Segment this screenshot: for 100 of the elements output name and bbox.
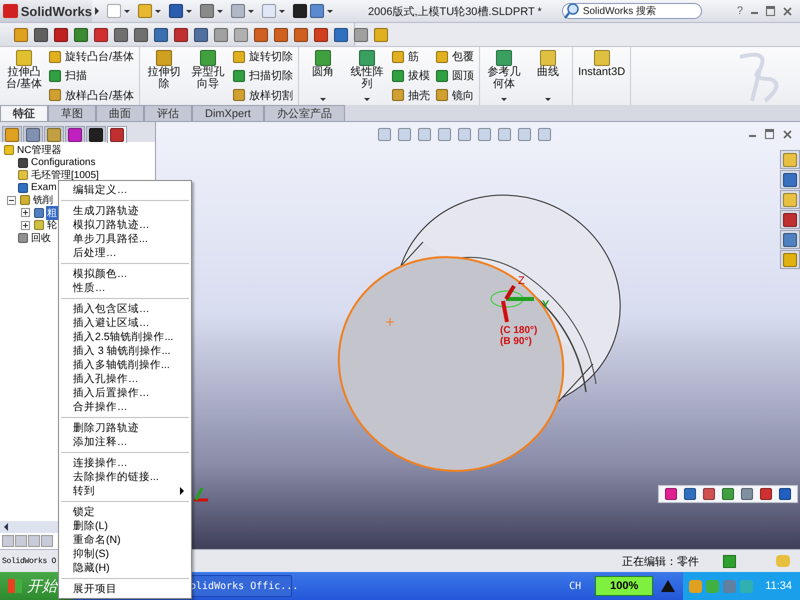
tree-item[interactable]: 粗: [46, 206, 58, 220]
expand-toggle-icon[interactable]: [7, 196, 16, 205]
command-button[interactable]: 拔模: [390, 68, 432, 84]
command-button[interactable]: 镜向: [434, 88, 476, 103]
command-button[interactable]: 拉伸凸台/基体: [3, 47, 45, 105]
menu-item[interactable]: 删除刀路轨迹: [59, 421, 191, 435]
command-button[interactable]: 抽壳: [390, 88, 432, 103]
caret-icon[interactable]: [124, 10, 130, 12]
menu-item[interactable]: 重命名(N): [59, 533, 191, 547]
toolbar-icon[interactable]: [234, 28, 248, 42]
command-button[interactable]: 圆顶: [434, 68, 476, 84]
command-button[interactable]: 放样切割: [231, 88, 296, 103]
command-button[interactable]: 扫描: [47, 68, 136, 84]
command-button[interactable]: 旋转切除: [231, 49, 296, 64]
menu-item[interactable]: 锁定: [59, 505, 191, 519]
panel-tab[interactable]: [86, 126, 106, 142]
menu-item[interactable]: 隐藏(H): [59, 561, 191, 575]
menu-item[interactable]: 插入多轴铣削操作...: [59, 358, 191, 372]
menu-item[interactable]: 模拟颜色…: [59, 267, 191, 281]
toolbar-icon[interactable]: [334, 28, 348, 42]
menu-item[interactable]: 插入包含区域…: [59, 302, 191, 316]
menu-item[interactable]: 插入避让区域…: [59, 316, 191, 330]
command-button[interactable]: 筋: [390, 49, 432, 64]
ribbon-tab[interactable]: DimXpert: [192, 105, 264, 121]
menu-item[interactable]: 插入2.5轴铣削操作...: [59, 330, 191, 344]
command-button[interactable]: 扫描切除: [231, 68, 296, 84]
toolbar-icon[interactable]: [254, 28, 268, 42]
scroll-left-icon[interactable]: [4, 523, 8, 531]
caret-icon[interactable]: [217, 10, 223, 12]
menu-item[interactable]: 去除操作的链接...: [59, 470, 191, 484]
tree-item[interactable]: Exam: [30, 182, 58, 194]
menu-item[interactable]: 插入孔操作…: [59, 372, 191, 386]
menu-item[interactable]: 抑制(S): [59, 547, 191, 561]
toolbar-icon[interactable]: [294, 28, 308, 42]
toolbar-icon[interactable]: [114, 28, 128, 42]
toolbar-icon[interactable]: [154, 28, 168, 42]
close-icon[interactable]: [783, 130, 792, 138]
toolbar-icon[interactable]: [74, 28, 88, 42]
tree-item[interactable]: 轮: [46, 218, 58, 232]
toolbar-icon[interactable]: [214, 28, 228, 42]
menu-item[interactable]: 模拟刀路轨迹…: [59, 218, 191, 232]
ribbon-tab[interactable]: 曲面: [96, 105, 144, 121]
tree-item[interactable]: NC管理器: [16, 143, 62, 158]
toolbar-icon[interactable]: [194, 28, 208, 42]
command-button[interactable]: 异型孔向导: [187, 47, 230, 105]
command-button[interactable]: 旋转凸台/基体: [47, 49, 136, 64]
menu-item[interactable]: 删除(L): [59, 519, 191, 533]
flyout-arrow-icon[interactable]: [95, 7, 99, 15]
ribbon-tab[interactable]: 草图: [48, 105, 96, 121]
toolbar-icon[interactable]: [94, 28, 108, 42]
restore-icon[interactable]: [765, 129, 774, 139]
command-button[interactable]: Instant3D: [576, 47, 628, 105]
toolbar-icon[interactable]: [354, 28, 368, 42]
command-button[interactable]: 线性阵列: [346, 47, 388, 105]
panel-tab[interactable]: [107, 126, 127, 143]
toolbar-icon[interactable]: [14, 28, 28, 42]
panel-tab[interactable]: [65, 126, 85, 142]
menu-item[interactable]: 添加注释…: [59, 435, 191, 449]
tree-item[interactable]: 毛坯管理[1005]: [30, 168, 100, 182]
tree-item[interactable]: 回收: [30, 230, 52, 245]
command-button[interactable]: 圆角: [302, 47, 344, 105]
toolbar-icon[interactable]: [314, 28, 328, 42]
tree-item[interactable]: Configurations: [30, 157, 96, 168]
caret-icon[interactable]: [279, 10, 285, 12]
caret-icon[interactable]: [327, 10, 333, 12]
menu-item[interactable]: 转到: [59, 484, 191, 498]
menu-item[interactable]: 连接操作…: [59, 456, 191, 470]
menu-item[interactable]: 插入 3 轴铣削操作...: [59, 344, 191, 358]
toolbar-icon[interactable]: [174, 28, 188, 42]
caret-icon[interactable]: [155, 10, 161, 12]
help-button[interactable]: ?: [736, 5, 743, 17]
menu-item[interactable]: 编辑定义…: [59, 183, 191, 197]
command-button[interactable]: 曲线: [527, 47, 570, 105]
close-icon[interactable]: [783, 6, 792, 16]
ribbon-tab[interactable]: 办公室产品: [264, 105, 345, 121]
caret-icon[interactable]: [248, 10, 254, 12]
tree-item[interactable]: 铣削: [32, 193, 54, 208]
search-field[interactable]: SolidWorks 搜索: [562, 3, 702, 19]
toolbar-icon[interactable]: [54, 28, 68, 42]
toolbar-icon[interactable]: [274, 28, 288, 42]
command-button[interactable]: 参考几何体: [483, 47, 526, 105]
menu-item[interactable]: 插入后置操作…: [59, 386, 191, 400]
command-button[interactable]: 拉伸切除: [143, 47, 186, 105]
app-logo[interactable]: SolidWorks: [0, 0, 92, 22]
menu-item[interactable]: 合并操作…: [59, 400, 191, 414]
toolbar-icon[interactable]: [134, 28, 148, 42]
menu-item[interactable]: 性质…: [59, 281, 191, 295]
command-button[interactable]: 放样凸台/基体: [47, 88, 136, 103]
menu-item[interactable]: 后处理…: [59, 246, 191, 260]
menu-item[interactable]: 生成刀路轨迹: [59, 204, 191, 218]
ribbon-tab[interactable]: 评估: [144, 105, 192, 121]
expand-toggle-icon[interactable]: [21, 220, 30, 230]
toolbar-icon[interactable]: [34, 28, 48, 42]
menu-item[interactable]: 单步刀具路径...: [59, 232, 191, 246]
caret-icon[interactable]: [186, 10, 192, 12]
expand-toggle-icon[interactable]: [21, 208, 30, 218]
ribbon-tab[interactable]: 特征: [0, 105, 48, 121]
command-button[interactable]: 包覆: [434, 49, 476, 64]
language-indicator[interactable]: CH: [569, 580, 582, 592]
restore-icon[interactable]: [766, 6, 775, 16]
